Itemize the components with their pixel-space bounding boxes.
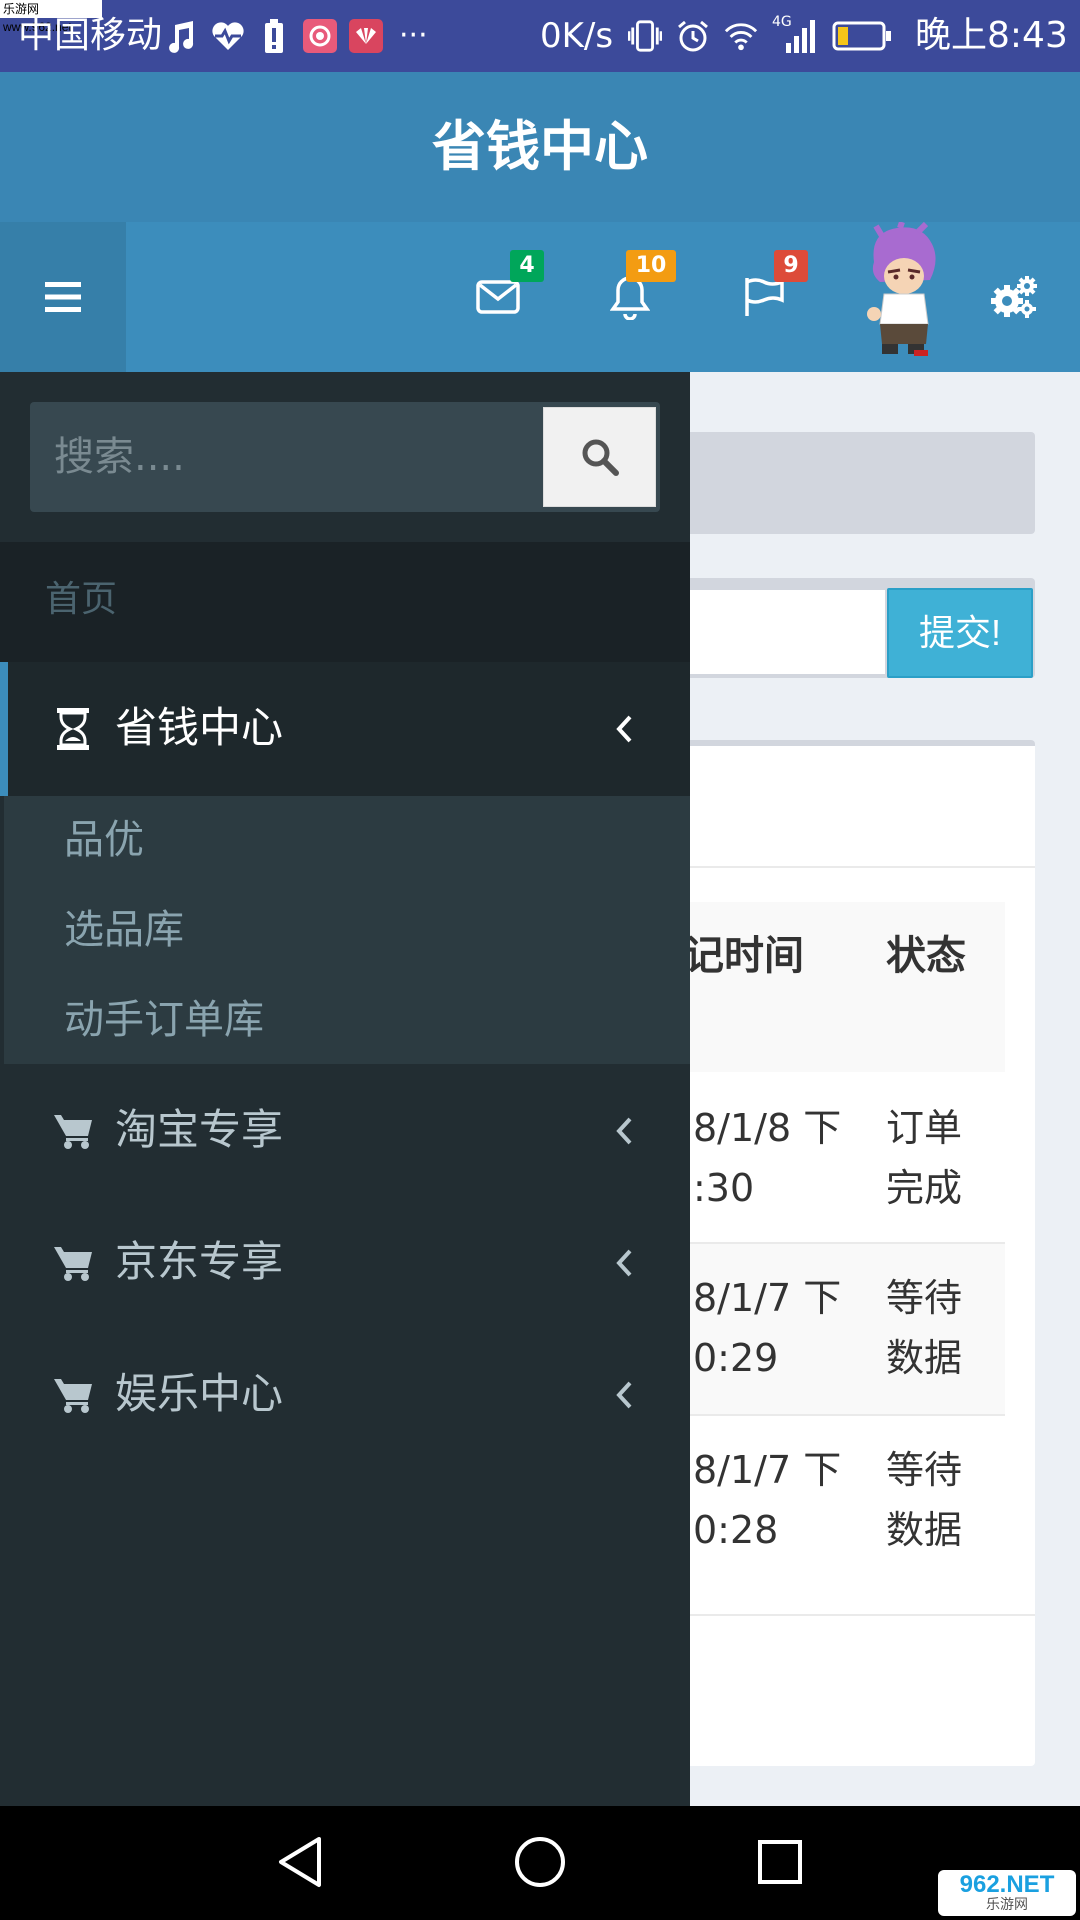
- cell-time: 8/1/8 下: [693, 1106, 842, 1150]
- recents-button[interactable]: [750, 1832, 810, 1892]
- search-button[interactable]: [543, 407, 656, 507]
- sidebar-item-taobao[interactable]: [0, 1064, 690, 1194]
- cell-time: 0:28: [693, 1508, 779, 1552]
- back-triangle-icon: [279, 1837, 321, 1887]
- flag-icon: [745, 278, 784, 316]
- cell-status: 数据: [886, 1508, 963, 1552]
- sidebar-toggle-button[interactable]: [0, 222, 126, 372]
- cell-time: 8/1/7 下: [693, 1276, 842, 1320]
- more-notifications-indicator: ···: [399, 18, 428, 53]
- column-header-status: 状态: [886, 933, 966, 979]
- watermark-bottom: 962.NET 乐游网: [938, 1870, 1076, 1916]
- chevron-left-icon: [612, 709, 636, 749]
- watermark-subtext: 乐游网: [986, 1897, 1028, 1913]
- hamburger-icon: [45, 282, 81, 312]
- sidebar-item-label: 京东专享: [115, 1237, 284, 1286]
- sidebar-item-jd[interactable]: [0, 1196, 690, 1326]
- cell-status: 数据: [886, 1336, 963, 1380]
- cart-icon: [50, 1108, 96, 1154]
- notification-icons: ···: [165, 14, 428, 58]
- sidebar-header-label: 首页: [45, 579, 118, 620]
- user-avatar[interactable]: [852, 221, 952, 360]
- sidebar-item-entertainment[interactable]: [0, 1328, 690, 1458]
- content-box: [640, 432, 1035, 534]
- column-header-time: 记时间: [684, 933, 804, 979]
- cell-status: 等待: [886, 1448, 963, 1492]
- watermark-text: 962.NET: [959, 1871, 1055, 1898]
- cell-time: :30: [693, 1166, 755, 1210]
- search-icon: [582, 439, 619, 476]
- network-type-label: 4G: [772, 14, 792, 30]
- home-circle-icon: [515, 1837, 565, 1887]
- messages-button[interactable]: [470, 222, 526, 372]
- wifi-icon: [724, 19, 758, 53]
- messages-badge: 4: [510, 250, 544, 282]
- app-notification-icon: [303, 19, 337, 53]
- notifications-badge: 10: [626, 250, 676, 282]
- submenu-item[interactable]: 品优: [64, 812, 144, 868]
- home-button[interactable]: [510, 1832, 570, 1892]
- sidebar-item-savings-center[interactable]: [0, 662, 690, 796]
- search-input[interactable]: [30, 402, 542, 512]
- vibrate-icon: [628, 19, 662, 53]
- card-divider: [640, 866, 1035, 868]
- submenu-item[interactable]: 选品库: [64, 902, 184, 958]
- cart-icon: [50, 1372, 96, 1418]
- health-heart-icon: [211, 19, 245, 53]
- cell-time: 0:29: [693, 1336, 779, 1380]
- sidebar-item-label: 娱乐中心: [115, 1369, 284, 1418]
- carrier-label: 中国移动: [18, 15, 163, 56]
- status-bar: 乐游网 www.962.net 中国移动 ··· 0K/s 4G 晚上8:43: [0, 0, 1080, 72]
- back-button[interactable]: [270, 1832, 330, 1892]
- tasks-button[interactable]: [740, 222, 786, 372]
- chevron-left-icon: [612, 1243, 636, 1283]
- alarm-icon: [676, 19, 710, 53]
- system-icons: 4G: [628, 14, 892, 58]
- clock: 晚上8:43: [915, 15, 1068, 56]
- cell-time: 8/1/7 下: [693, 1448, 842, 1492]
- submenu-item[interactable]: 动手订单库: [64, 992, 264, 1048]
- notifications-button[interactable]: [605, 222, 655, 372]
- cellular-signal-icon: 4G: [772, 15, 818, 53]
- cell-status: 订单: [886, 1106, 963, 1150]
- cart-icon: [50, 1240, 96, 1286]
- net-speed: 0K/s: [540, 16, 614, 56]
- battery-low-icon: [832, 19, 892, 53]
- envelope-icon: [476, 280, 520, 314]
- tasks-badge: 9: [774, 250, 808, 282]
- hourglass-icon: [50, 706, 96, 752]
- battery-alert-icon: [257, 19, 291, 53]
- sidebar-item-label: 淘宝专享: [115, 1105, 284, 1154]
- cell-status: 完成: [886, 1166, 963, 1210]
- gears-icon: [991, 276, 1037, 318]
- music-note-icon: [165, 19, 199, 53]
- recents-square-icon: [758, 1840, 802, 1884]
- settings-button[interactable]: [985, 222, 1041, 372]
- chevron-left-icon: [612, 1375, 636, 1415]
- page-title: 省钱中心: [432, 115, 648, 178]
- row-divider: [640, 1614, 1035, 1616]
- submit-button[interactable]: 提交!: [887, 588, 1033, 678]
- chevron-left-icon: [612, 1111, 636, 1151]
- sidebar-item-label: 省钱中心: [115, 703, 284, 752]
- huawei-notification-icon: [349, 19, 383, 53]
- cell-status: 等待: [886, 1276, 963, 1320]
